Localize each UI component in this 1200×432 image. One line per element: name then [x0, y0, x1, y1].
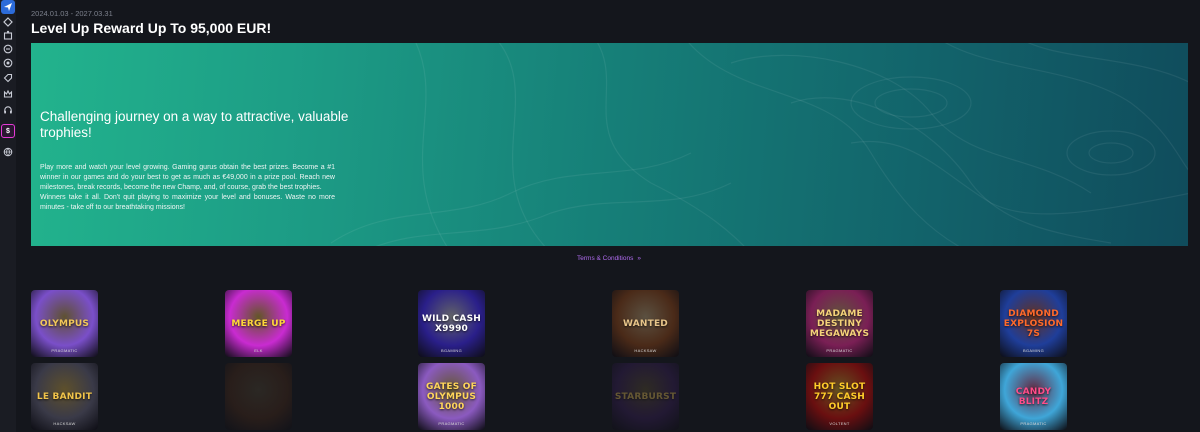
promotion-dates: 2024.01.03 - 2027.03.31 [31, 9, 113, 18]
page-title: Level Up Reward Up To 95,000 EUR! [31, 20, 272, 36]
crown-icon[interactable] [1, 87, 15, 101]
terms-link[interactable]: Terms & Conditions» [0, 255, 1200, 262]
game-title: STARBURST [614, 391, 677, 402]
bonus-icon[interactable] [1, 42, 15, 56]
game-tile[interactable]: OLYMPUS PRAGMATIC [31, 290, 98, 357]
game-title: OLYMPUS [39, 318, 90, 329]
globe-icon[interactable] [1, 145, 15, 159]
banner-paragraph: Play more and watch your level growing. … [40, 164, 335, 191]
game-provider: HACKSAW [53, 421, 76, 426]
game-provider: BGAMING [441, 348, 462, 353]
topographic-pattern [330, 43, 1188, 246]
game-provider: PRAGMATIC [438, 421, 465, 426]
game-tile[interactable]: WANTED HACKSAW [612, 290, 679, 357]
promo-icon[interactable]: $ [1, 124, 15, 138]
game-title: LE BANDIT [36, 391, 93, 402]
game-tile[interactable]: CANDY BLITZ PRAGMATIC [1000, 363, 1067, 430]
chevron-right-icon: » [637, 255, 641, 262]
game-provider: PRAGMATIC [51, 348, 78, 353]
diamond-icon[interactable] [1, 15, 15, 29]
game-tile[interactable]: WILD CASH X9990 BGAMING [418, 290, 485, 357]
promotion-banner: Challenging journey on a way to attracti… [31, 43, 1188, 246]
game-title: GATES OF OLYMPUS 1000 [426, 381, 477, 412]
game-tile[interactable] [225, 363, 292, 430]
game-provider: BGAMING [1023, 348, 1044, 353]
sidebar: $ [0, 0, 16, 432]
game-title: MERGE UP [231, 318, 286, 329]
game-tile[interactable]: GATES OF OLYMPUS 1000 PRAGMATIC [418, 363, 485, 430]
rocket-icon[interactable] [1, 0, 15, 14]
game-provider: PRAGMATIC [1020, 421, 1047, 426]
banner-heading: Challenging journey on a way to attracti… [40, 109, 349, 140]
game-tile[interactable]: LE BANDIT HACKSAW [31, 363, 98, 430]
game-tile[interactable]: MADAME DESTINY MEGAWAYS PRAGMATIC [806, 290, 873, 357]
game-provider: ELK [254, 348, 263, 353]
banner-description: Play more and watch your level growing. … [40, 163, 335, 213]
game-tile[interactable]: DIAMOND EXPLOSION 7S BGAMING [1000, 290, 1067, 357]
game-tile[interactable]: MERGE UP ELK [225, 290, 292, 357]
tag-icon[interactable] [1, 71, 15, 85]
headset-icon[interactable] [1, 103, 15, 117]
game-provider: PRAGMATIC [826, 348, 853, 353]
game-title: WILD CASH X9990 [422, 313, 481, 334]
game-provider: HACKSAW [634, 348, 657, 353]
game-title: DIAMOND EXPLOSION 7S [1003, 308, 1064, 339]
game-title: CANDY BLITZ [1015, 386, 1052, 407]
game-title: WANTED [623, 318, 668, 329]
slot-machine-icon[interactable] [1, 28, 15, 42]
banner-paragraph: Winners take it all. Don't quit playing … [40, 194, 335, 211]
game-tile[interactable]: HOT SLOT 777 CASH OUT VOLTENT [806, 363, 873, 430]
chip-icon[interactable] [1, 56, 15, 70]
game-title: HOT SLOT 777 CASH OUT [813, 381, 866, 412]
terms-link-label: Terms & Conditions [577, 255, 634, 262]
game-provider: VOLTENT [829, 421, 850, 426]
promo-label: $ [6, 127, 10, 135]
game-tile[interactable]: STARBURST [612, 363, 679, 430]
game-title: MADAME DESTINY MEGAWAYS [809, 308, 870, 339]
